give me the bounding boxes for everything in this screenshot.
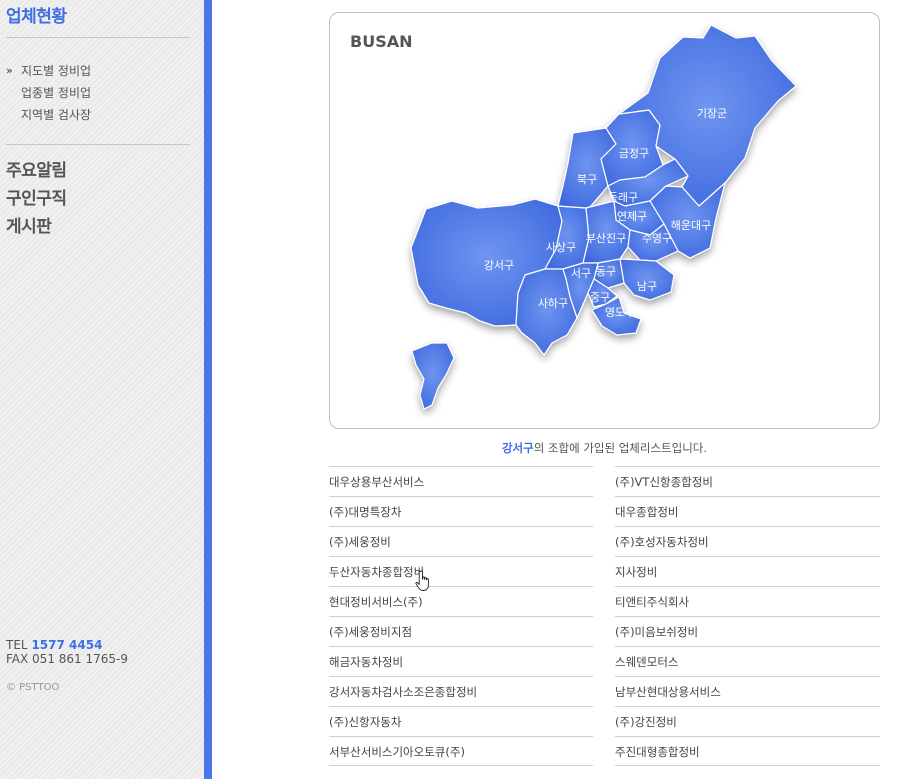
list-item[interactable]: 서부산서비스기아오토큐(주) [329,736,593,766]
list-caption: 강서구의 조합에 가입된 업체리스트입니다. [329,440,880,456]
list-item[interactable]: (주)신항자동차 [329,706,593,736]
list-item[interactable]: 해금자동차정비 [329,646,593,676]
company-list-left: 대우상용부산서비스 (주)대명특장차 (주)세웅정비 두산자동차종합정비 현대정… [329,466,593,766]
sidebar-divider [6,144,190,145]
district-nam[interactable] [619,258,675,301]
list-item[interactable]: 주진대형종합정비 [615,736,880,766]
list-item[interactable]: (주)강진정비 [615,706,880,736]
list-item[interactable]: (주)VT신항종합정비 [615,466,880,496]
busan-map: BUSAN 기장군 금정구 북구 동래구 연제구 해운대구 부산진구 수영구 사… [329,12,880,429]
list-item[interactable]: 지사정비 [615,556,880,586]
tel-label: TEL [6,638,28,652]
map-svg: 기장군 금정구 북구 동래구 연제구 해운대구 부산진구 수영구 사상구 강서구… [410,24,797,410]
sidebar-submenu: » 지도별 정비업 업종별 정비업 지역별 검사장 [6,60,91,126]
list-item[interactable]: 강서자동차검사소조은종합정비 [329,676,593,706]
menu-item-notice[interactable]: 주요알림 [6,157,67,185]
list-item[interactable]: 티앤티주식회사 [615,586,880,616]
company-list-right: (주)VT신항종합정비 대우종합정비 (주)호성자동차정비 지사정비 티앤티주식… [615,466,880,766]
sidebar: 업체현황 » 지도별 정비업 업종별 정비업 지역별 검사장 주요알림 구인구직… [0,0,204,779]
submenu-item-region[interactable]: 지역별 검사장 [6,104,91,126]
submenu-item-map[interactable]: » 지도별 정비업 [6,60,91,82]
sidebar-title: 업체현황 [6,7,67,27]
submenu-item-type[interactable]: 업종별 정비업 [6,82,91,104]
tel-number: 1577 4454 [31,638,103,652]
list-item[interactable]: (주)대명특장차 [329,496,593,526]
menu-item-board[interactable]: 게시판 [6,213,67,241]
list-item[interactable]: 남부산현대상용서비스 [615,676,880,706]
list-item[interactable]: (주)세웅정비지점 [329,616,593,646]
submenu-item-label: 지도별 정비업 [21,64,92,78]
copyright: © PSTTOO [6,682,60,693]
sidebar-accent-bar [204,0,212,779]
double-chevron-right-icon: » [6,64,13,77]
fax-line: FAX 051 861 1765-9 [6,652,128,666]
list-item[interactable]: 현대정비서비스(주) [329,586,593,616]
contact-info: TEL 1577 4454 FAX 051 861 1765-9 [6,638,128,666]
list-item[interactable]: (주)호성자동차정비 [615,526,880,556]
list-item[interactable]: 스웨덴모터스 [615,646,880,676]
submenu-item-label: 업종별 정비업 [21,86,92,100]
sidebar-main-menu: 주요알림 구인구직 게시판 [6,157,67,241]
district-gangseo-island[interactable] [411,342,455,410]
list-item[interactable]: 대우종합정비 [615,496,880,526]
submenu-item-label: 지역별 검사장 [21,108,92,122]
list-item[interactable]: (주)세웅정비 [329,526,593,556]
caption-text: 의 조합에 가입된 업체리스트입니다. [533,441,708,455]
tel-line: TEL 1577 4454 [6,638,128,652]
sidebar-divider [6,37,190,38]
menu-item-jobs[interactable]: 구인구직 [6,185,67,213]
list-item[interactable]: 대우상용부산서비스 [329,466,593,496]
list-item[interactable]: (주)미음보쉬정비 [615,616,880,646]
list-item[interactable]: 두산자동차종합정비 [329,556,593,586]
selected-district[interactable]: 강서구 [502,441,534,455]
